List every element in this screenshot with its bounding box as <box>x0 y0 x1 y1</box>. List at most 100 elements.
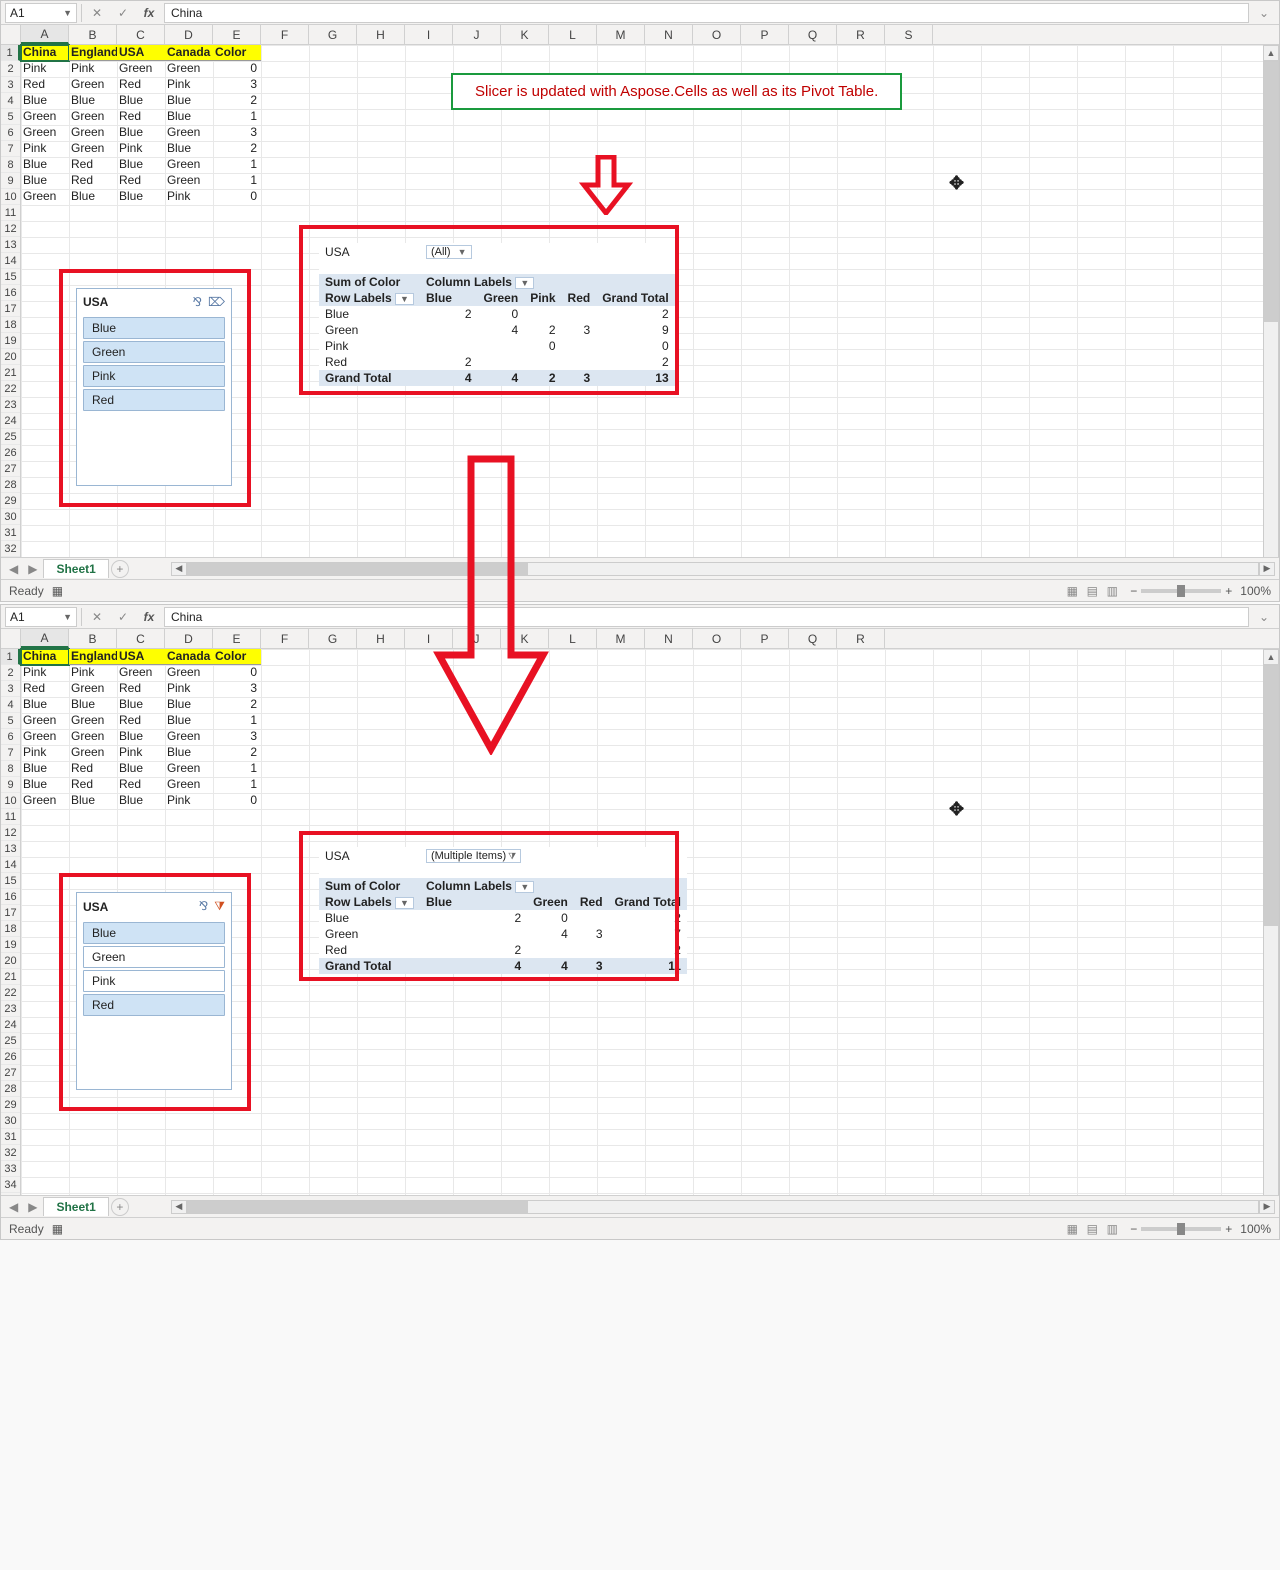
column-header[interactable]: L <box>549 629 597 648</box>
data-cell[interactable]: Pink <box>117 745 165 761</box>
row-header[interactable]: 13 <box>1 237 20 253</box>
zoom-out-icon[interactable]: − <box>1130 584 1137 598</box>
row-header[interactable]: 32 <box>1 1145 20 1161</box>
data-cell[interactable]: Green <box>69 77 117 93</box>
row-header[interactable]: 10 <box>1 793 20 809</box>
view-buttons[interactable]: ▦▤▥ <box>1062 1222 1122 1236</box>
scroll-left-icon[interactable]: ◀ <box>171 562 187 576</box>
column-header[interactable]: D <box>165 629 213 648</box>
zoom-in-icon[interactable]: + <box>1225 1222 1232 1236</box>
row-header[interactable]: 1 <box>1 45 20 61</box>
data-cell[interactable]: Blue <box>165 697 213 713</box>
row-header[interactable]: 30 <box>1 509 20 525</box>
data-cell[interactable]: Pink <box>165 793 213 809</box>
row-header[interactable]: 23 <box>1 397 20 413</box>
data-cell[interactable]: Blue <box>21 157 69 173</box>
row-header[interactable]: 8 <box>1 761 20 777</box>
name-box[interactable]: A1 ▼ <box>5 3 77 23</box>
data-cell[interactable]: Green <box>165 777 213 793</box>
cell-area-bottom[interactable]: ChinaEnglandUSACanadaColorPinkPinkGreenG… <box>21 649 1279 1219</box>
data-cell[interactable]: 3 <box>213 125 261 141</box>
horizontal-scrollbar[interactable]: ◀ ▶ <box>171 1200 1275 1214</box>
zoom-in-icon[interactable]: + <box>1225 584 1232 598</box>
data-cell[interactable]: Red <box>69 777 117 793</box>
data-cell[interactable]: Blue <box>117 157 165 173</box>
row-header[interactable]: 5 <box>1 109 20 125</box>
data-cell[interactable]: Blue <box>165 713 213 729</box>
select-all-corner[interactable] <box>1 629 21 649</box>
row-header[interactable]: 22 <box>1 985 20 1001</box>
header-cell[interactable]: USA <box>117 45 165 61</box>
data-cell[interactable]: Green <box>69 713 117 729</box>
header-cell[interactable]: China <box>21 45 69 61</box>
header-cell[interactable]: Canada <box>165 649 213 665</box>
row-header[interactable]: 12 <box>1 221 20 237</box>
column-header[interactable]: N <box>645 629 693 648</box>
row-header[interactable]: 13 <box>1 841 20 857</box>
data-cell[interactable]: Pink <box>69 61 117 77</box>
column-header[interactable]: E <box>213 629 261 648</box>
data-cell[interactable]: Blue <box>117 93 165 109</box>
data-cell[interactable]: Blue <box>117 793 165 809</box>
column-header[interactable]: F <box>261 25 309 44</box>
vertical-scrollbar[interactable]: ▲ ▼ <box>1263 45 1279 579</box>
view-page-layout-icon[interactable]: ▤ <box>1082 1222 1102 1236</box>
data-cell[interactable]: 2 <box>213 745 261 761</box>
row-header[interactable]: 21 <box>1 969 20 985</box>
row-header[interactable]: 10 <box>1 189 20 205</box>
data-cell[interactable]: Green <box>21 189 69 205</box>
row-header[interactable]: 24 <box>1 1017 20 1033</box>
data-cell[interactable]: 1 <box>213 109 261 125</box>
column-header[interactable]: S <box>885 25 933 44</box>
column-header[interactable]: G <box>309 25 357 44</box>
data-cell[interactable]: Pink <box>165 189 213 205</box>
data-cell[interactable]: Pink <box>69 665 117 681</box>
name-box[interactable]: A1 ▼ <box>5 607 77 627</box>
view-page-break-icon[interactable]: ▥ <box>1102 584 1122 598</box>
data-cell[interactable]: Green <box>165 61 213 77</box>
vertical-scrollbar[interactable]: ▲ ▼ <box>1263 649 1279 1217</box>
select-all-corner[interactable] <box>1 25 21 45</box>
data-cell[interactable]: Green <box>21 713 69 729</box>
row-header[interactable]: 4 <box>1 697 20 713</box>
row-header[interactable]: 19 <box>1 333 20 349</box>
column-header[interactable]: G <box>309 629 357 648</box>
column-header[interactable]: R <box>837 25 885 44</box>
cell-area-top[interactable]: ChinaEnglandUSACanadaColorPinkPinkGreenG… <box>21 45 1279 581</box>
data-cell[interactable]: Red <box>21 77 69 93</box>
column-header[interactable]: H <box>357 25 405 44</box>
column-header[interactable]: P <box>741 25 789 44</box>
data-cell[interactable]: Blue <box>117 697 165 713</box>
column-header[interactable]: B <box>69 25 117 44</box>
data-cell[interactable]: 3 <box>213 681 261 697</box>
row-header[interactable]: 9 <box>1 173 20 189</box>
accept-formula-icon[interactable]: ✓ <box>112 607 134 627</box>
column-header[interactable]: R <box>837 629 885 648</box>
row-header[interactable]: 19 <box>1 937 20 953</box>
tab-nav-next-icon[interactable]: ▶ <box>24 562 41 576</box>
data-cell[interactable]: 0 <box>213 189 261 205</box>
column-header[interactable]: N <box>645 25 693 44</box>
accept-formula-icon[interactable]: ✓ <box>112 3 134 23</box>
data-cell[interactable]: 0 <box>213 665 261 681</box>
row-header[interactable]: 18 <box>1 317 20 333</box>
data-cell[interactable]: Red <box>117 713 165 729</box>
data-cell[interactable]: 2 <box>213 93 261 109</box>
header-cell[interactable]: England <box>69 649 117 665</box>
column-header[interactable]: O <box>693 25 741 44</box>
data-cell[interactable]: Blue <box>165 745 213 761</box>
formula-input[interactable]: China <box>164 607 1249 627</box>
data-cell[interactable]: 1 <box>213 777 261 793</box>
data-cell[interactable]: Red <box>117 77 165 93</box>
data-cell[interactable]: Blue <box>69 93 117 109</box>
data-cell[interactable]: Blue <box>21 93 69 109</box>
data-cell[interactable]: Green <box>117 665 165 681</box>
sheet-tab-sheet1[interactable]: Sheet1 <box>43 1197 108 1216</box>
expand-formula-icon[interactable]: ⌄ <box>1253 607 1275 627</box>
add-sheet-button[interactable]: + <box>111 560 129 578</box>
data-cell[interactable]: Green <box>69 745 117 761</box>
row-header[interactable]: 15 <box>1 873 20 889</box>
column-header[interactable]: Q <box>789 25 837 44</box>
row-header[interactable]: 25 <box>1 1033 20 1049</box>
row-header[interactable]: 9 <box>1 777 20 793</box>
